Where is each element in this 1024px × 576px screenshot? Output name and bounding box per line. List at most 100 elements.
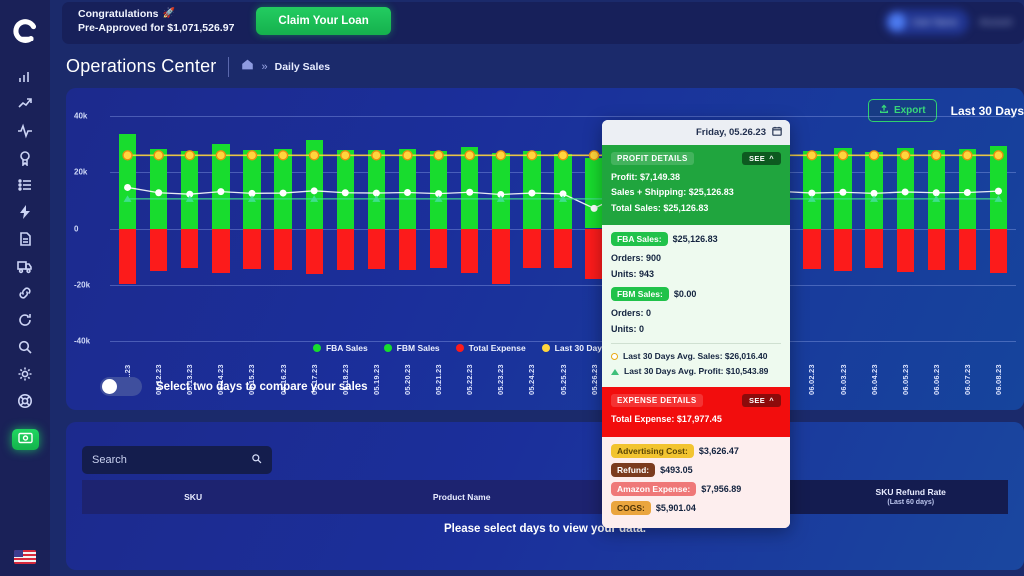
bar-expense[interactable] [523, 228, 541, 269]
bar-sales[interactable] [212, 143, 230, 229]
bar-sales[interactable] [336, 149, 355, 229]
bar-column[interactable] [890, 116, 921, 341]
bar-column[interactable] [548, 116, 579, 341]
bar-column[interactable] [952, 116, 983, 341]
home-icon[interactable] [241, 58, 254, 76]
bar-column[interactable] [983, 116, 1014, 341]
bar-column[interactable] [454, 116, 485, 341]
bar-expense[interactable] [554, 228, 572, 268]
sidebar-item-lightning[interactable] [8, 201, 42, 228]
profit-see-button[interactable]: SEE ^ [742, 152, 781, 165]
bar-sales[interactable] [461, 147, 479, 229]
sidebar-item-truck[interactable] [8, 255, 42, 282]
bar-sales[interactable] [243, 150, 261, 229]
bar-sales[interactable] [274, 149, 292, 229]
bar-column[interactable] [236, 116, 267, 341]
sidebar-item-document[interactable] [8, 228, 42, 255]
sidebar-item-award[interactable] [8, 147, 42, 174]
bar-column[interactable] [205, 116, 236, 341]
calendar-icon[interactable] [772, 126, 782, 139]
bar-sales[interactable] [585, 157, 603, 229]
user-area[interactable]: User Name Account [883, 9, 1012, 35]
legend-item[interactable]: FBA Sales [312, 343, 368, 353]
bar-expense[interactable] [398, 228, 417, 271]
bar-column[interactable] [796, 116, 827, 341]
bar-expense[interactable] [367, 228, 386, 270]
us-flag-icon[interactable] [14, 550, 36, 564]
bar-expense[interactable] [336, 228, 355, 270]
sidebar-item-link[interactable] [8, 282, 42, 309]
bar-column[interactable] [859, 116, 890, 341]
bar-sales[interactable] [803, 151, 821, 229]
bar-column[interactable] [143, 116, 174, 341]
sidebar-item-activity[interactable] [8, 120, 42, 147]
bar-expense[interactable] [274, 228, 292, 271]
bar-expense[interactable] [118, 228, 137, 285]
bar-column[interactable] [423, 116, 454, 341]
bar-column[interactable] [921, 116, 952, 341]
search-icon[interactable] [251, 451, 262, 469]
bar-column[interactable] [485, 116, 516, 341]
sidebar-cash-badge[interactable] [11, 429, 39, 450]
search-input[interactable] [92, 454, 251, 466]
bar-expense[interactable] [834, 228, 852, 271]
bar-sales[interactable] [834, 148, 852, 229]
sidebar-item-help[interactable] [8, 390, 42, 417]
bar-sales[interactable] [305, 139, 323, 229]
sidebar-item-settings[interactable] [8, 363, 42, 390]
sidebar-item-list[interactable] [8, 174, 42, 201]
bar-column[interactable] [268, 116, 299, 341]
bar-expense[interactable] [803, 228, 821, 269]
bar-sales[interactable] [149, 149, 168, 229]
bar-sales[interactable] [523, 151, 541, 229]
bar-sales[interactable] [554, 153, 572, 229]
sidebar-item-search[interactable] [8, 336, 42, 363]
legend-item[interactable]: Total Expense [455, 343, 526, 353]
expense-see-button[interactable]: SEE ^ [742, 394, 781, 408]
bar-sales[interactable] [118, 134, 137, 229]
table-column-header[interactable]: SKU Refund Rate (Last 60 days) [813, 480, 1008, 514]
eva-logo-icon[interactable] [5, 8, 45, 52]
sidebar-item-bar-chart[interactable] [8, 66, 42, 93]
bar-sales[interactable] [367, 150, 386, 229]
bar-expense[interactable] [989, 228, 1008, 273]
bar-column[interactable] [112, 116, 143, 341]
bar-sales[interactable] [398, 148, 417, 229]
bar-column[interactable] [299, 116, 330, 341]
bar-sales[interactable] [927, 150, 946, 229]
compare-toggle[interactable] [100, 377, 142, 396]
bar-expense[interactable] [492, 228, 510, 284]
bar-column[interactable] [392, 116, 423, 341]
bar-expense[interactable] [212, 228, 230, 274]
bar-sales[interactable] [181, 150, 199, 229]
bar-column[interactable] [828, 116, 859, 341]
table-column-header[interactable]: SKU [82, 480, 304, 514]
claim-loan-button[interactable]: Claim Your Loan [256, 7, 391, 36]
bar-sales[interactable] [989, 145, 1008, 229]
bar-expense[interactable] [927, 228, 946, 270]
bar-sales[interactable] [896, 147, 914, 229]
sidebar-item-trending-up[interactable] [8, 93, 42, 120]
bar-column[interactable] [516, 116, 547, 341]
bar-expense[interactable] [243, 228, 261, 269]
bar-column[interactable] [330, 116, 361, 341]
bar-sales[interactable] [492, 153, 510, 229]
legend-item[interactable]: FBM Sales [383, 343, 440, 353]
search-box[interactable] [82, 446, 272, 474]
bar-expense[interactable] [958, 228, 977, 271]
bar-expense[interactable] [896, 228, 914, 272]
bar-column[interactable] [361, 116, 392, 341]
table-column-header[interactable]: Product Name [304, 480, 619, 514]
bar-expense[interactable] [461, 228, 479, 273]
bar-sales[interactable] [958, 149, 977, 229]
user-pill[interactable]: User Name [883, 9, 970, 35]
bar-expense[interactable] [865, 228, 883, 269]
bar-sales[interactable] [429, 150, 448, 229]
bar-expense[interactable] [181, 228, 199, 269]
bar-expense[interactable] [305, 228, 323, 275]
bar-expense[interactable] [149, 228, 168, 272]
bar-expense[interactable] [585, 228, 603, 280]
sidebar-item-refresh[interactable] [8, 309, 42, 336]
bar-expense[interactable] [429, 228, 448, 268]
bar-sales[interactable] [865, 151, 883, 229]
